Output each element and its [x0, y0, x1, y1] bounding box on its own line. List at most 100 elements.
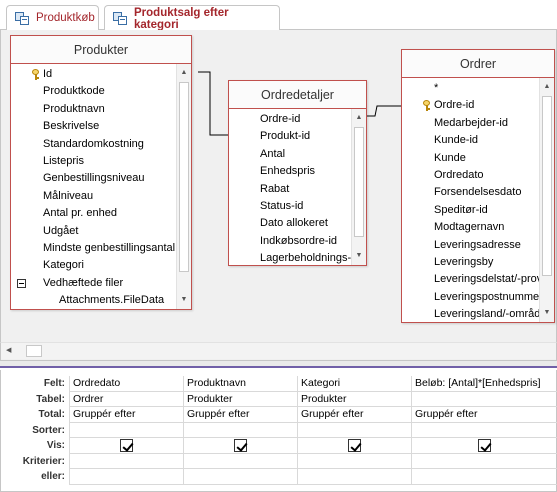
field-item[interactable]: Speditør-id	[402, 202, 539, 219]
field-item[interactable]: Antal	[229, 146, 351, 163]
field-item[interactable]: Attachments.FileData	[11, 292, 176, 309]
row-label-vis: Vis:	[46, 440, 65, 451]
sorter-cell[interactable]	[69, 422, 183, 438]
table-produkter[interactable]: Produkter Id Produktkode Produktnavn Bes…	[10, 35, 192, 310]
collapse-icon[interactable]	[17, 278, 26, 288]
vis-cell[interactable]	[183, 438, 297, 454]
field-item[interactable]: Produktnavn	[11, 101, 176, 118]
document-tab-strip: Produktkøb Produktsalg efter kategori	[0, 0, 557, 31]
field-item[interactable]: Målniveau	[11, 188, 176, 205]
kriterier-cell[interactable]	[69, 453, 183, 469]
scroll-thumb[interactable]	[179, 82, 189, 272]
kriterier-cell[interactable]	[297, 453, 411, 469]
eller-cell[interactable]	[183, 469, 297, 485]
field-item[interactable]: Beskrivelse	[11, 118, 176, 135]
scroll-up-icon[interactable]: ▲	[352, 111, 366, 125]
scroll-down-icon[interactable]: ▼	[177, 293, 191, 307]
field-item[interactable]: Listepris	[11, 153, 176, 170]
field-item[interactable]: Leveringsland/-område	[402, 306, 539, 322]
vertical-scrollbar[interactable]: ▲ ▼	[539, 78, 554, 322]
felt-cell[interactable]: Ordredato	[69, 376, 183, 392]
tab-produktsalg-efter-kategori[interactable]: Produktsalg efter kategori	[104, 5, 280, 31]
sorter-cell[interactable]	[297, 422, 411, 438]
scroll-up-icon[interactable]: ▲	[177, 66, 191, 80]
show-checkbox[interactable]	[478, 439, 491, 452]
field-item[interactable]: Udgået	[11, 223, 176, 240]
field-item[interactable]: Id	[11, 66, 176, 83]
field-item[interactable]: *	[402, 80, 539, 97]
field-item[interactable]: Kategori	[11, 257, 176, 274]
scroll-thumb[interactable]	[542, 96, 552, 276]
vertical-scrollbar[interactable]: ▲ ▼	[176, 64, 191, 309]
tabel-cell[interactable]	[411, 391, 557, 407]
field-item[interactable]: Lagerbeholdnings-i	[229, 250, 351, 265]
field-item[interactable]: Vedhæftede filer	[11, 275, 176, 292]
query-icon	[15, 11, 30, 25]
table-ordrer[interactable]: Ordrer * Ordre-id Medarbejder-id Kunde-i…	[401, 49, 555, 323]
scroll-down-icon[interactable]: ▼	[352, 249, 366, 263]
vertical-scrollbar[interactable]: ▲ ▼	[351, 109, 366, 265]
field-item[interactable]: Standardomkostning	[11, 136, 176, 153]
grid-column-3: Kategori Produkter Gruppér efter	[297, 376, 411, 485]
scroll-thumb[interactable]	[354, 127, 364, 237]
felt-cell[interactable]: Produktnavn	[183, 376, 297, 392]
field-item[interactable]: Medarbejder-id	[402, 115, 539, 132]
grid-column-4: Beløb: [Antal]*[Enhedspris] Gruppér efte…	[411, 376, 557, 485]
field-item[interactable]: Forsendelsesdato	[402, 184, 539, 201]
field-item[interactable]: Produktkode	[11, 83, 176, 100]
field-item[interactable]: Modtagernavn	[402, 219, 539, 236]
eller-cell[interactable]	[297, 469, 411, 485]
show-checkbox[interactable]	[348, 439, 361, 452]
felt-cell[interactable]: Beløb: [Antal]*[Enhedspris]	[411, 376, 557, 392]
field-item[interactable]: Kunde	[402, 150, 539, 167]
field-item[interactable]: Leveringspostnummer	[402, 289, 539, 306]
field-item[interactable]: Dato allokeret	[229, 215, 351, 232]
table-ordredetaljer[interactable]: Ordredetaljer Ordre-id Produkt-id Antal …	[228, 80, 367, 266]
total-cell[interactable]: Gruppér efter	[411, 407, 557, 423]
show-checkbox[interactable]	[120, 439, 133, 452]
total-cell[interactable]: Gruppér efter	[297, 407, 411, 423]
key-icon	[31, 69, 40, 80]
eller-cell[interactable]	[411, 469, 557, 485]
total-cell[interactable]: Gruppér efter	[183, 407, 297, 423]
field-item[interactable]: Status-id	[229, 198, 351, 215]
total-cell[interactable]: Gruppér efter	[69, 407, 183, 423]
field-item[interactable]: Indkøbsordre-id	[229, 233, 351, 250]
tabel-cell[interactable]: Produkter	[183, 391, 297, 407]
kriterier-cell[interactable]	[183, 453, 297, 469]
kriterier-cell[interactable]	[411, 453, 557, 469]
tab-label: Produktkøb	[36, 12, 95, 24]
field-item[interactable]: Rabat	[229, 181, 351, 198]
field-item[interactable]: Leveringsdelstat/-prov	[402, 271, 539, 288]
field-item[interactable]: Antal pr. enhed	[11, 205, 176, 222]
vis-cell[interactable]	[297, 438, 411, 454]
field-item[interactable]: Leveringsby	[402, 254, 539, 271]
felt-cell[interactable]: Kategori	[297, 376, 411, 392]
tab-produktkob[interactable]: Produktkøb	[6, 5, 99, 30]
field-item[interactable]: Leveringsadresse	[402, 237, 539, 254]
field-item[interactable]: Produkt-id	[229, 128, 351, 145]
field-item[interactable]: Enhedspris	[229, 163, 351, 180]
vis-cell[interactable]	[411, 438, 557, 454]
field-item[interactable]: Mindste genbestillingsantal	[11, 240, 176, 257]
sorter-cell[interactable]	[411, 422, 557, 438]
vis-cell[interactable]	[69, 438, 183, 454]
horizontal-scrollbar[interactable]: ◀	[0, 342, 557, 359]
row-label-eller: eller:	[41, 471, 65, 482]
pane-splitter[interactable]	[0, 360, 557, 368]
eller-cell[interactable]	[69, 469, 183, 485]
show-checkbox[interactable]	[234, 439, 247, 452]
field-item[interactable]: Ordre-id	[402, 97, 539, 114]
field-item[interactable]: Ordredato	[402, 167, 539, 184]
scroll-up-icon[interactable]: ▲	[540, 80, 554, 94]
scroll-down-icon[interactable]: ▼	[540, 306, 554, 320]
tabel-cell[interactable]: Ordrer	[69, 391, 183, 407]
scroll-left-icon[interactable]: ◀	[6, 345, 11, 357]
sorter-cell[interactable]	[183, 422, 297, 438]
field-item[interactable]: Kunde-id	[402, 132, 539, 149]
tabel-cell[interactable]: Produkter	[297, 391, 411, 407]
field-item[interactable]: Genbestillingsniveau	[11, 170, 176, 187]
row-label-felt: Felt:	[43, 378, 65, 389]
scroll-thumb[interactable]	[26, 345, 42, 357]
field-item[interactable]: Ordre-id	[229, 111, 351, 128]
